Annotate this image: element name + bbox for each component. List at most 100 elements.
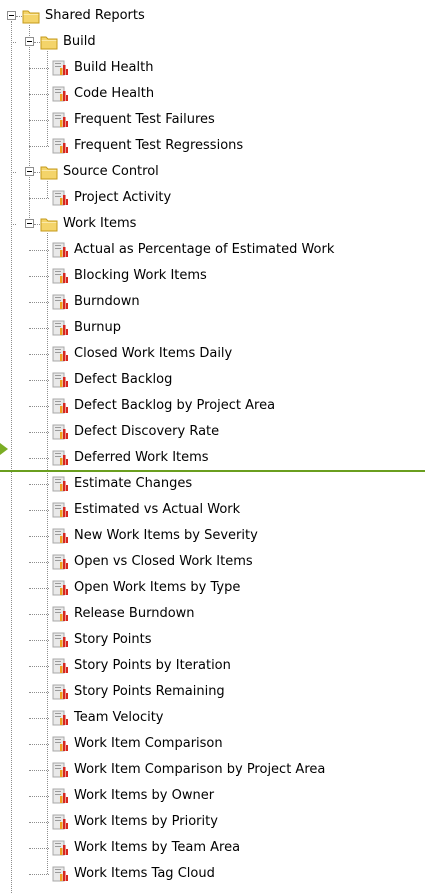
tree-connector bbox=[29, 354, 49, 355]
report-label: Story Points bbox=[74, 632, 152, 647]
report-label: Team Velocity bbox=[74, 710, 164, 725]
tree-connector bbox=[29, 198, 49, 199]
tree-connector bbox=[29, 562, 49, 563]
report-icon bbox=[51, 450, 69, 466]
report-icon bbox=[51, 190, 69, 206]
report-estimated-vs-actual-work[interactable]: Estimated vs Actual Work bbox=[0, 497, 425, 523]
report-icon bbox=[51, 424, 69, 440]
tree-connector bbox=[11, 42, 16, 43]
report-actual-as-percentage-of-estimated-work[interactable]: Actual as Percentage of Estimated Work bbox=[0, 237, 425, 263]
report-open-vs-closed-work-items[interactable]: Open vs Closed Work Items bbox=[0, 549, 425, 575]
report-label: Work Item Comparison bbox=[74, 736, 223, 751]
report-label: Open Work Items by Type bbox=[74, 580, 241, 595]
folder-work-items[interactable]: Work Items bbox=[0, 211, 425, 237]
report-icon bbox=[51, 814, 69, 830]
report-label: Estimated vs Actual Work bbox=[74, 502, 241, 517]
tree-connector bbox=[29, 328, 49, 329]
collapse-toggle-icon[interactable] bbox=[7, 11, 16, 20]
tree-connector bbox=[29, 276, 49, 277]
folder-icon bbox=[22, 8, 40, 24]
report-build-health[interactable]: Build Health bbox=[0, 55, 425, 81]
report-label: Defect Backlog by Project Area bbox=[74, 398, 276, 413]
report-label: Story Points by Iteration bbox=[74, 658, 231, 673]
collapse-toggle-icon[interactable] bbox=[25, 37, 34, 46]
report-story-points[interactable]: Story Points bbox=[0, 627, 425, 653]
report-icon bbox=[51, 294, 69, 310]
report-icon bbox=[51, 398, 69, 414]
tree-connector bbox=[29, 146, 49, 147]
collapse-toggle-icon[interactable] bbox=[25, 167, 34, 176]
report-burndown[interactable]: Burndown bbox=[0, 289, 425, 315]
report-code-health[interactable]: Code Health bbox=[0, 81, 425, 107]
report-story-points-remaining[interactable]: Story Points Remaining bbox=[0, 679, 425, 705]
tree-connector bbox=[29, 250, 49, 251]
tree-connector bbox=[29, 692, 49, 693]
report-deferred-work-items[interactable]: Deferred Work Items bbox=[0, 445, 425, 471]
report-defect-backlog[interactable]: Defect Backlog bbox=[0, 367, 425, 393]
report-closed-work-items-daily[interactable]: Closed Work Items Daily bbox=[0, 341, 425, 367]
report-icon bbox=[51, 632, 69, 648]
report-icon bbox=[51, 112, 69, 128]
drop-insertion-line bbox=[0, 470, 425, 472]
report-release-burndown[interactable]: Release Burndown bbox=[0, 601, 425, 627]
report-label: Estimate Changes bbox=[74, 476, 193, 491]
collapse-toggle-icon[interactable] bbox=[25, 219, 34, 228]
report-icon bbox=[51, 840, 69, 856]
report-work-items-by-team-area[interactable]: Work Items by Team Area bbox=[0, 835, 425, 861]
report-label: Burnup bbox=[74, 320, 122, 335]
report-label: Open vs Closed Work Items bbox=[74, 554, 253, 569]
folder-source-control[interactable]: Source Control bbox=[0, 159, 425, 185]
report-frequent-test-failures[interactable]: Frequent Test Failures bbox=[0, 107, 425, 133]
report-work-items-by-owner[interactable]: Work Items by Owner bbox=[0, 783, 425, 809]
tree-connector bbox=[29, 718, 49, 719]
report-icon bbox=[51, 372, 69, 388]
report-icon bbox=[51, 788, 69, 804]
report-team-velocity[interactable]: Team Velocity bbox=[0, 705, 425, 731]
report-label: Blocking Work Items bbox=[74, 268, 207, 283]
report-icon bbox=[51, 476, 69, 492]
report-estimate-changes[interactable]: Estimate Changes bbox=[0, 471, 425, 497]
report-defect-discovery-rate[interactable]: Defect Discovery Rate bbox=[0, 419, 425, 445]
tree-connector bbox=[29, 380, 49, 381]
tree-connector bbox=[29, 510, 49, 511]
report-story-points-by-iteration[interactable]: Story Points by Iteration bbox=[0, 653, 425, 679]
report-open-work-items-by-type[interactable]: Open Work Items by Type bbox=[0, 575, 425, 601]
folder-build[interactable]: Build bbox=[0, 29, 425, 55]
report-label: Actual as Percentage of Estimated Work bbox=[74, 242, 335, 257]
report-label: Work Items by Team Area bbox=[74, 840, 241, 855]
folder-label: Shared Reports bbox=[45, 8, 145, 23]
folder-icon bbox=[40, 164, 58, 180]
tree-connector bbox=[29, 120, 49, 121]
tree-connector bbox=[29, 796, 49, 797]
report-icon bbox=[51, 346, 69, 362]
tree-connector bbox=[11, 224, 16, 225]
report-icon bbox=[51, 268, 69, 284]
report-frequent-test-regressions[interactable]: Frequent Test Regressions bbox=[0, 133, 425, 159]
report-icon bbox=[51, 710, 69, 726]
report-burnup[interactable]: Burnup bbox=[0, 315, 425, 341]
tree-connector bbox=[29, 588, 49, 589]
report-work-items-by-priority[interactable]: Work Items by Priority bbox=[0, 809, 425, 835]
shared-reports-tree: Shared Reports Build Build Health Code Heal… bbox=[0, 0, 425, 893]
tree-connector bbox=[29, 822, 49, 823]
report-icon bbox=[51, 502, 69, 518]
report-label: Work Item Comparison by Project Area bbox=[74, 762, 326, 777]
tree-connector bbox=[29, 484, 49, 485]
report-icon bbox=[51, 528, 69, 544]
report-project-activity[interactable]: Project Activity bbox=[0, 185, 425, 211]
report-icon bbox=[51, 242, 69, 258]
report-work-item-comparison-by-project-area[interactable]: Work Item Comparison by Project Area bbox=[0, 757, 425, 783]
report-blocking-work-items[interactable]: Blocking Work Items bbox=[0, 263, 425, 289]
folder-label: Source Control bbox=[63, 164, 159, 179]
report-work-items-tag-cloud[interactable]: Work Items Tag Cloud bbox=[0, 861, 425, 887]
tree-connector bbox=[29, 432, 49, 433]
folder-label: Build bbox=[63, 34, 96, 49]
report-new-work-items-by-severity[interactable]: New Work Items by Severity bbox=[0, 523, 425, 549]
folder-shared-reports[interactable]: Shared Reports bbox=[0, 3, 425, 29]
tree-connector bbox=[29, 406, 49, 407]
report-work-item-comparison[interactable]: Work Item Comparison bbox=[0, 731, 425, 757]
tree-connector bbox=[29, 458, 49, 459]
report-label: Work Items by Owner bbox=[74, 788, 215, 803]
report-label: Build Health bbox=[74, 60, 154, 75]
report-defect-backlog-by-project-area[interactable]: Defect Backlog by Project Area bbox=[0, 393, 425, 419]
